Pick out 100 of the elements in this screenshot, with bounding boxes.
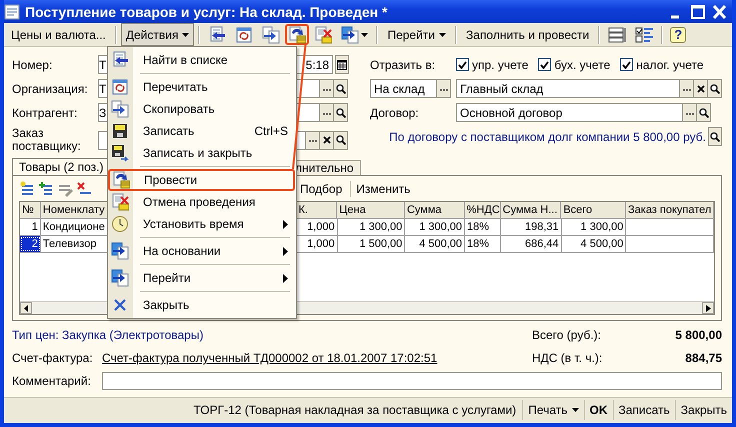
document-arrow-icon — [111, 242, 129, 260]
document-icon — [4, 4, 20, 20]
vat-label: НДС (в т. ч.): — [532, 351, 604, 365]
menu-item[interactable]: Перечитать — [108, 76, 296, 98]
table-cell: 18% — [465, 219, 501, 235]
scroll-right-icon[interactable] — [706, 304, 710, 312]
debt-note: По договору с поставщиком долг компании 5 800,00 руб. — [389, 130, 706, 144]
clear-button[interactable] — [320, 130, 334, 150]
ellipsis-icon — [440, 86, 448, 90]
column-header[interactable]: Цена — [337, 202, 405, 218]
list-arrow-icon — [111, 51, 129, 69]
input-field[interactable]: Основной договор — [456, 103, 683, 122]
add-child-row-icon[interactable] — [38, 181, 54, 197]
window-title: Поступление товаров и услуг: На склад. Проведен * — [25, 4, 388, 20]
select-button[interactable] — [437, 79, 452, 98]
table-cell: 1 — [20, 219, 41, 235]
footer-button[interactable]: Закрыть — [674, 400, 732, 420]
field-label: Номер: — [12, 58, 54, 72]
select-button[interactable] — [320, 79, 334, 98]
ellipsis-icon — [682, 86, 691, 90]
select-button[interactable] — [683, 103, 697, 122]
caret-icon — [572, 408, 578, 412]
maximize-icon[interactable] — [688, 2, 708, 20]
select-button[interactable] — [680, 79, 694, 98]
menu-item[interactable]: Отмена проведения — [108, 191, 296, 213]
print-form-link[interactable]: ТОРГ-12 (Товарная накладная за поставщика с услугами) — [187, 403, 522, 418]
open-button[interactable] — [334, 79, 348, 98]
table-cell: 4 500,00 — [405, 236, 466, 252]
check-icon — [622, 60, 632, 68]
refresh-icon — [235, 26, 254, 44]
field-label: Отразить в: — [370, 58, 436, 72]
menu-item[interactable]: Перейти — [108, 267, 296, 289]
table-cell: 1 300,00 — [405, 219, 466, 235]
open-button[interactable] — [708, 127, 722, 146]
check-icon — [540, 60, 550, 68]
comment-field[interactable] — [102, 372, 722, 390]
menu-item[interactable]: Скопировать — [108, 98, 296, 120]
input-field[interactable]: На склад — [370, 79, 438, 98]
documents-arrow-icon — [111, 100, 129, 118]
menu-item[interactable]: Провести — [108, 169, 295, 191]
ok-button[interactable]: OK — [584, 400, 612, 420]
column-header[interactable]: № — [20, 202, 41, 218]
table-cell: 1 300,00 — [338, 219, 406, 235]
column-header[interactable]: Заказ покупател — [626, 202, 714, 218]
input-field[interactable]: Главный склад — [456, 79, 680, 98]
field-label: Счет-фактура: — [12, 351, 94, 365]
search-icon — [710, 132, 720, 142]
menu-item[interactable]: Записать и закрыть — [108, 142, 296, 164]
document-arrow-icon — [111, 269, 129, 287]
table-settings-icon — [608, 26, 626, 44]
calendar-icon — [337, 60, 347, 70]
ellipsis-icon — [322, 86, 330, 90]
select-button[interactable] — [320, 103, 334, 122]
document-cross-icon — [111, 193, 129, 211]
menu-item[interactable]: Закрыть — [108, 294, 296, 316]
document-arrow-icon — [341, 26, 360, 44]
menu-item[interactable]: Записать Ctrl+S — [108, 120, 296, 142]
table-cell: 1 500,00 — [338, 236, 406, 252]
caret-icon — [182, 32, 190, 36]
ellipsis-icon — [322, 110, 330, 114]
toolbar-button[interactable]: Заполнить и провести — [461, 23, 594, 46]
open-button[interactable] — [708, 79, 722, 98]
search-icon — [336, 135, 346, 145]
scroll-left-icon[interactable] — [24, 304, 28, 312]
print-menu-button[interactable]: Печать — [522, 400, 584, 420]
toolbar-button[interactable]: Цены и валюта... — [6, 23, 111, 46]
column-header[interactable]: Сумма Н... — [500, 202, 562, 218]
checklist-icon — [635, 26, 654, 44]
toolbar-menu-button[interactable]: Действия — [120, 23, 194, 46]
clear-icon — [696, 84, 705, 92]
column-header[interactable]: %НДС — [464, 202, 501, 218]
checkbox[interactable]: налог. учете — [620, 58, 704, 72]
open-button[interactable] — [697, 103, 711, 122]
column-header[interactable]: Всего — [561, 202, 626, 218]
add-row-icon[interactable] — [19, 181, 35, 197]
toolbar-menu-button[interactable]: Перейти — [382, 23, 452, 46]
invoice-link[interactable]: Счет-фактура полученный ТД000002 от 18.01.2007 17:02:51 — [102, 351, 438, 365]
help-button[interactable]: ? — [670, 26, 686, 42]
column-header[interactable]: Сумма — [404, 202, 465, 218]
table-cell: 1 300,00 — [562, 219, 626, 235]
checkbox[interactable]: бух. учете — [538, 58, 610, 72]
refresh-icon — [111, 78, 129, 96]
clear-icon — [322, 136, 330, 144]
calendar-button[interactable] — [335, 55, 349, 74]
caret-icon — [361, 32, 368, 36]
menu-item[interactable]: Найти в списке — [108, 49, 296, 71]
toolbar-icon-button[interactable] — [285, 24, 310, 45]
select-button[interactable] — [306, 130, 320, 150]
checkbox[interactable]: упр. учете — [456, 58, 528, 72]
clear-button[interactable] — [694, 79, 708, 98]
price-type-link[interactable]: Тип цен: Закупка (Электротовары) — [12, 328, 204, 342]
table-cell: 198,31 — [500, 219, 562, 235]
document-post-icon — [288, 26, 306, 44]
toolbar-button[interactable]: Изменить — [350, 181, 416, 197]
table-cell: 686,44 — [500, 236, 562, 252]
open-button[interactable] — [334, 103, 348, 122]
check-icon — [458, 60, 467, 68]
delete-row-icon[interactable] — [76, 181, 92, 197]
open-button[interactable] — [334, 130, 348, 150]
footer-button[interactable]: Записать — [612, 400, 675, 420]
